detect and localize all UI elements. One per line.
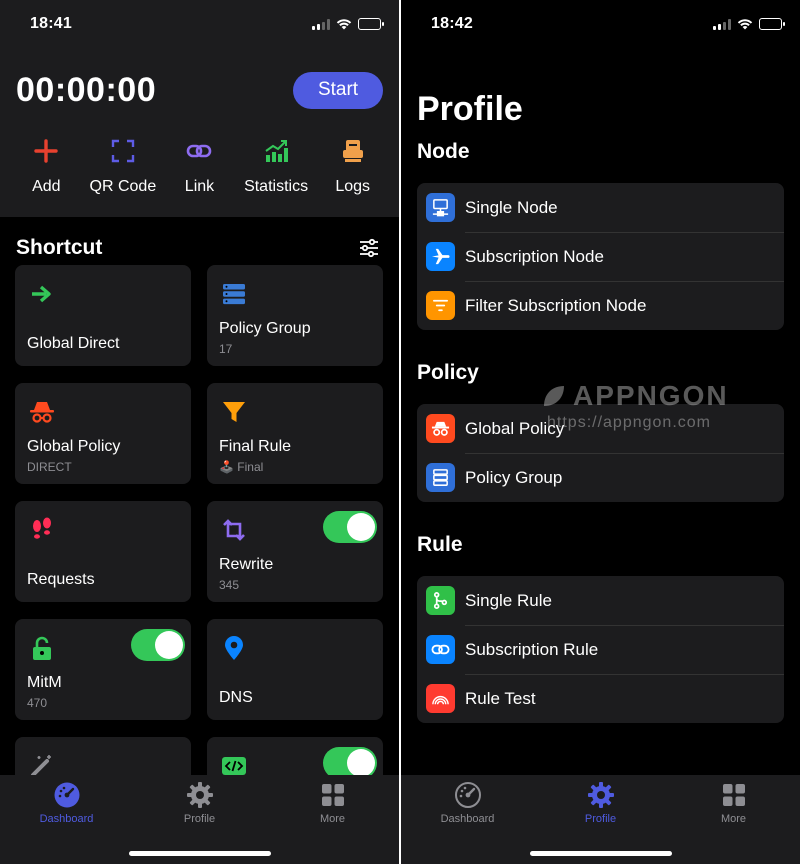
shortcut-grid: Global Direct Policy Group 17 Global Pol… — [0, 265, 399, 838]
incognito-icon — [431, 421, 450, 436]
subscription-node-row[interactable]: Subscription Node — [417, 232, 784, 281]
section-title-node: Node — [417, 140, 470, 163]
grid-icon — [722, 784, 745, 806]
link-icon — [431, 644, 450, 655]
tile-final-rule[interactable]: Final Rule 🕹️ Final — [207, 383, 383, 484]
arrow-right-icon — [32, 285, 51, 303]
tab-bar: Dashboard Profile More — [401, 775, 800, 864]
subscription-rule-row[interactable]: Subscription Rule — [417, 625, 784, 674]
tile-policy-group[interactable]: Policy Group 17 — [207, 265, 383, 366]
home-indicator — [529, 851, 672, 856]
tile-dns[interactable]: DNS — [207, 619, 383, 720]
home-indicator — [128, 851, 271, 856]
wifi-icon — [737, 19, 753, 30]
repeat-icon — [223, 519, 245, 541]
filter-icon — [223, 402, 245, 422]
policy-group-row[interactable]: Policy Group — [417, 453, 784, 502]
rule-test-row[interactable]: Rule Test — [417, 674, 784, 723]
tab-more[interactable]: More — [689, 781, 779, 864]
tile-rewrite[interactable]: Rewrite 345 — [207, 501, 383, 602]
shortcut-section: Shortcut Global Direct Policy Group 17 G… — [0, 217, 399, 864]
filter-subscription-node-row[interactable]: Filter Subscription Node — [417, 281, 784, 330]
mitm-toggle[interactable] — [131, 629, 185, 661]
status-bar: 18:41 — [0, 0, 399, 48]
branch-icon — [433, 592, 448, 609]
logs-icon — [342, 140, 363, 162]
node-group: Single Node Subscription Node Filter Sub… — [417, 183, 784, 330]
filter-lines-icon — [432, 299, 449, 312]
gear-icon — [186, 782, 213, 808]
server-stack-icon — [433, 469, 448, 486]
airplane-icon — [431, 248, 450, 265]
watermark: APPNGON https://appngon.com — [541, 380, 741, 432]
link-action[interactable]: Link — [161, 138, 238, 216]
page-title: Profile — [417, 90, 523, 128]
plus-icon — [34, 139, 58, 163]
single-node-row[interactable]: Single Node — [417, 183, 784, 232]
cellular-signal-icon — [312, 18, 330, 30]
section-title-rule: Rule — [417, 533, 463, 556]
status-bar: 18:42 — [401, 0, 800, 48]
qr-code-action[interactable]: QR Code — [85, 138, 162, 216]
tile-mitm[interactable]: MitM 470 — [15, 619, 191, 720]
wifi-icon — [336, 19, 352, 30]
footprints-icon — [33, 517, 51, 539]
quick-actions: Add QR Code Link Statistics Logs — [0, 120, 399, 216]
status-time: 18:41 — [30, 15, 72, 32]
dashboard-icon — [454, 782, 481, 808]
link-icon — [187, 144, 212, 158]
lock-icon — [33, 636, 51, 660]
tab-more[interactable]: More — [288, 781, 378, 864]
tile-global-policy[interactable]: Global Policy DIRECT — [15, 383, 191, 484]
add-action[interactable]: Add — [8, 138, 85, 216]
start-button[interactable]: Start — [293, 71, 383, 109]
tile-requests[interactable]: Requests — [15, 501, 191, 602]
shortcut-title: Shortcut — [16, 236, 103, 259]
battery-icon — [759, 18, 785, 30]
rule-group: Single Rule Subscription Rule Rule Test — [417, 576, 784, 723]
tile-global-direct[interactable]: Global Direct — [15, 265, 191, 366]
leaf-logo-icon — [544, 386, 564, 406]
status-time: 18:42 — [431, 15, 473, 32]
session-timer: 00:00:00 — [16, 70, 157, 109]
tab-dashboard[interactable]: Dashboard — [22, 781, 112, 864]
logs-action[interactable]: Logs — [314, 138, 391, 216]
incognito-icon — [30, 402, 54, 423]
qr-scan-icon — [111, 139, 135, 163]
rainbow-icon — [432, 695, 449, 705]
grid-icon — [321, 784, 344, 806]
cellular-signal-icon — [713, 18, 731, 30]
dashboard-icon — [54, 782, 79, 808]
rewrite-toggle[interactable] — [323, 511, 377, 543]
sliders-icon[interactable] — [359, 238, 379, 258]
gear-icon — [587, 782, 614, 808]
battery-icon — [358, 18, 384, 30]
statistics-action[interactable]: Statistics — [238, 138, 315, 216]
chart-icon — [265, 140, 289, 162]
server-stack-icon — [223, 284, 245, 305]
server-icon — [432, 199, 449, 217]
single-rule-row[interactable]: Single Rule — [417, 576, 784, 625]
dashboard-screen: 18:41 00:00:00 Start Add QR Code Link St… — [0, 0, 399, 864]
tab-bar: Dashboard Profile More — [0, 775, 399, 864]
map-pin-icon — [225, 636, 243, 660]
tab-dashboard[interactable]: Dashboard — [423, 781, 513, 864]
profile-screen: 18:42 Profile Node Single Node Subscript… — [401, 0, 800, 864]
